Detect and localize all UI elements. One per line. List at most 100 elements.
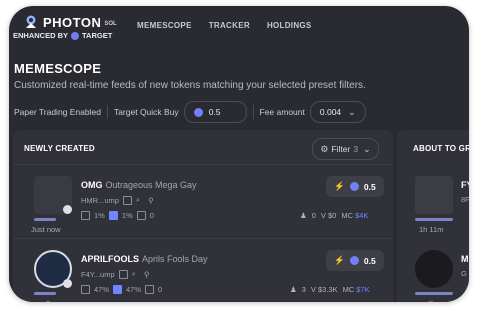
about-to-graduate-column: ABOUT TO GR 1h 11m FY 8F 4h M G [397, 130, 469, 302]
fee-select[interactable]: 0.004 ⌄ [309, 101, 366, 123]
holder-icon [108, 211, 118, 220]
filter-count: 3 [353, 144, 359, 154]
nav-tracker[interactable]: TRACKER [209, 21, 250, 30]
holders-count: 0 [311, 211, 316, 220]
token-fullname: Outrageous Mega Gay [105, 180, 197, 190]
target-icon [71, 31, 80, 40]
partner-name: TARGET [82, 31, 113, 40]
pin-icon[interactable]: ⚲ [148, 196, 154, 205]
market-cap: $7K [356, 285, 370, 294]
stat-3: 0 [158, 285, 163, 294]
bonding-progress [34, 292, 56, 295]
column-title: NEWLY CREATED [24, 144, 95, 153]
stat-3: 0 [149, 211, 154, 220]
holders-count: 3 [301, 285, 306, 294]
token-address: G [461, 269, 467, 278]
token-address: HMR...ump [81, 195, 119, 205]
token-image [415, 176, 453, 214]
mc-label: MC [341, 211, 354, 220]
buy-amount: 0.5 [363, 255, 376, 266]
token-market-stats: ♟ 3 V $3.3K MC $7K [290, 285, 370, 294]
chart-icon [81, 211, 90, 220]
token-name: APRILFOOLS Aprils Fools Day [81, 254, 208, 264]
brand-chain: SOL [104, 20, 117, 27]
holders-icon: ♟ [290, 285, 297, 294]
volume: V $0 [320, 211, 337, 220]
lightning-icon: ⚡ [334, 181, 345, 191]
token-market-stats: ♟ 0 V $0 MC $4K [300, 211, 368, 220]
bonding-progress [415, 292, 453, 295]
chart-icon [81, 285, 90, 294]
filter-icon: ⚙ [320, 143, 329, 154]
token-address-row: HMR...ump ⌕ ⚲ [81, 195, 154, 205]
filter-button[interactable]: ⚙ Filter 3 ⌄ [312, 138, 379, 160]
stat-2: 47% [126, 285, 142, 294]
paper-trading-toggle[interactable]: Paper Trading Enabled [14, 107, 101, 117]
nav-memescope[interactable]: MEMESCOPE [137, 21, 192, 30]
status-icon [63, 279, 72, 288]
search-icon[interactable]: ⌕ [132, 269, 136, 279]
top-bar: PHOTON SOL ENHANCED BY TARGET MEMESCOPE … [9, 6, 469, 48]
solana-icon [193, 107, 203, 117]
logo[interactable]: PHOTON SOL [23, 14, 117, 30]
token-age: 4h [427, 299, 435, 302]
divider [13, 238, 393, 239]
stat-1: 1% [94, 211, 105, 220]
market-cap: $4K [355, 211, 369, 220]
quick-buy-label: Target Quick Buy [113, 107, 179, 117]
buy-amount: 0.5 [363, 181, 376, 192]
quick-buy-input[interactable]: 0.5 [183, 101, 247, 123]
column-title: ABOUT TO GR [413, 144, 469, 153]
token-age: 1h 11m [419, 225, 444, 234]
token-stats-row: 1% 1% 0 [81, 211, 154, 220]
enhanced-label: ENHANCED BY [13, 31, 69, 40]
fee-label: Fee amount [259, 107, 305, 117]
volume: V $3.3K [310, 285, 338, 294]
token-ticker: APRILFOOLS [81, 254, 139, 264]
copy-icon[interactable] [118, 269, 128, 279]
token-ticker: OMG [81, 180, 103, 190]
copy-icon[interactable] [122, 195, 132, 205]
token-name: OMG Outrageous Mega Gay [81, 180, 197, 190]
fee-value: 0.004 [319, 107, 342, 117]
solana-icon [349, 256, 359, 265]
pin-icon[interactable]: ⚲ [144, 270, 150, 279]
photon-logo-icon [26, 15, 36, 28]
status-icon [63, 205, 72, 214]
solana-icon [349, 182, 359, 191]
token-address-row: F4Y...ump ⌕ ⚲ [81, 269, 149, 279]
token-age: Just now [31, 225, 61, 234]
divider [106, 105, 108, 119]
stat-2: 1% [121, 211, 133, 220]
holder-icon [113, 285, 123, 294]
page-subtitle: Customized real-time feeds of new tokens… [14, 80, 366, 91]
token-stats-row: 47% 47% 0 [81, 285, 162, 294]
quick-buy-button[interactable]: ⚡ 0.5 [326, 176, 384, 197]
token-address: 8F [461, 195, 469, 204]
controls-bar: Paper Trading Enabled Target Quick Buy 0… [14, 101, 366, 123]
main-nav: MEMESCOPE TRACKER HOLDINGS [137, 21, 312, 30]
divider [252, 105, 254, 119]
filter-label: Filter [331, 144, 351, 154]
search-icon[interactable]: ⌕ [136, 195, 140, 205]
chevron-down-icon: ⌄ [348, 106, 356, 117]
enhanced-by: ENHANCED BY TARGET [13, 31, 112, 40]
divider [13, 164, 393, 165]
holders-icon: ♟ [300, 211, 307, 220]
app-window: PHOTON SOL ENHANCED BY TARGET MEMESCOPE … [9, 6, 469, 302]
nav-holdings[interactable]: HOLDINGS [267, 21, 312, 30]
box-icon [136, 211, 146, 220]
token-ticker: FY [461, 180, 469, 190]
mc-label: MC [342, 285, 355, 294]
token-image [415, 250, 453, 288]
bonding-progress [415, 218, 453, 221]
token-ticker: M [461, 254, 469, 264]
token-fullname: Aprils Fools Day [142, 254, 208, 264]
quick-buy-button[interactable]: ⚡ 0.5 [326, 250, 384, 271]
quick-buy-value: 0.5 [208, 107, 221, 117]
page-title: MEMESCOPE [14, 61, 102, 76]
stat-1: 47% [94, 285, 110, 294]
chevron-down-icon: ⌄ [363, 143, 371, 154]
newly-created-column: NEWLY CREATED ⚙ Filter 3 ⌄ Just now OMG O… [13, 130, 393, 302]
token-age: 2s [46, 299, 54, 302]
